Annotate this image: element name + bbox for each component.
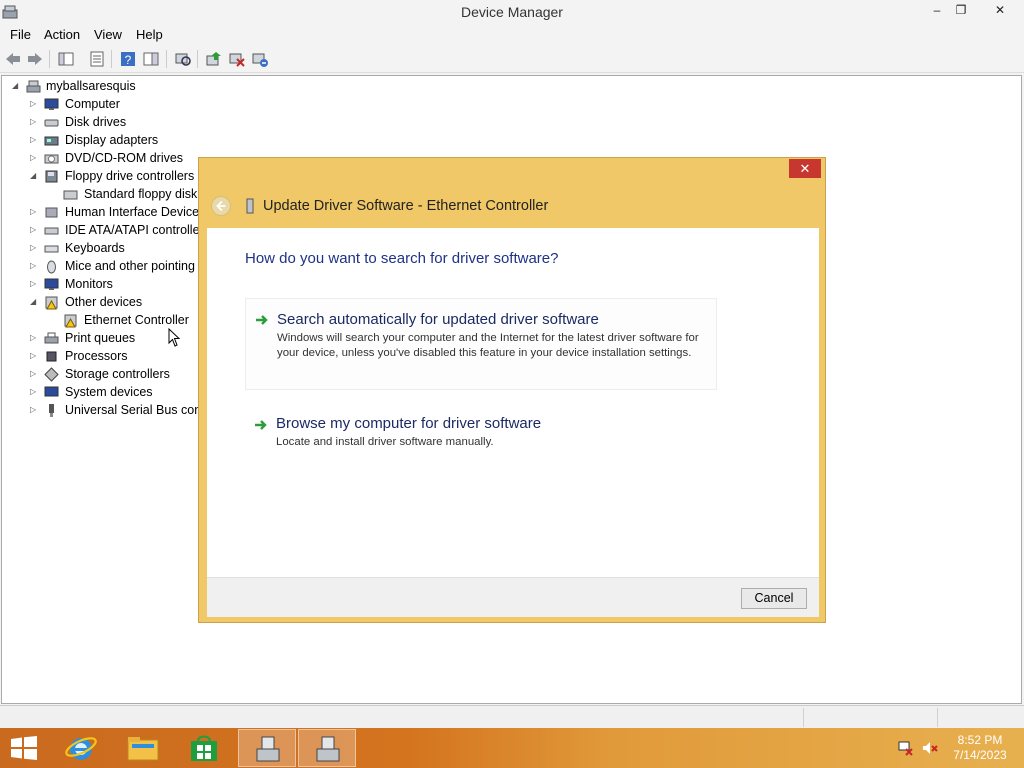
clock-time: 8:52 PM: [957, 733, 1003, 747]
mouse-icon: [47, 260, 56, 274]
tree-item-mice[interactable]: ▷ Mice and other pointing d: [30, 258, 200, 276]
tree-item-keyboards[interactable]: ▷ Keyboards: [30, 240, 210, 258]
unknown-device-icon: [45, 296, 58, 310]
tree-item-usb-controllers[interactable]: ▷ Universal Serial Bus contro: [30, 402, 200, 420]
dialog-body: How do you want to search for driver sof…: [207, 228, 819, 577]
taskbar-device-manager-2[interactable]: [298, 729, 356, 767]
tree-item-floppy-controllers[interactable]: ◢ Floppy drive controllers: [30, 168, 210, 186]
menu-help[interactable]: Help: [136, 27, 163, 42]
search-automatically-option[interactable]: Search automatically for updated driver …: [245, 298, 717, 390]
display-adapter-icon: [44, 136, 59, 146]
device-manager-taskbar-icon: [316, 736, 340, 762]
help-icon[interactable]: ?: [119, 50, 137, 68]
menu-file[interactable]: File: [10, 27, 31, 42]
option-description: Locate and install driver software manua…: [276, 436, 494, 448]
disk-drive-icon: [44, 119, 59, 127]
tree-item-hid[interactable]: ▷ Human Interface Devices: [30, 204, 210, 222]
network-warning-icon[interactable]: [898, 740, 914, 756]
dvd-drive-icon: [44, 154, 59, 164]
action-pane-icon[interactable]: [142, 50, 160, 68]
option-title: Browse my computer for driver software: [276, 415, 542, 432]
menu-view[interactable]: View: [94, 27, 122, 42]
restore-button[interactable]: ❐: [946, 0, 976, 20]
title-bar: Device Manager – ❐ ✕: [0, 0, 1024, 24]
mouse-cursor-icon: [168, 328, 181, 347]
monitor-icon: [44, 98, 59, 110]
device-icon: [246, 198, 254, 214]
ide-controller-icon: [44, 227, 59, 235]
floppy-disk-icon: [63, 190, 78, 200]
usb-icon: [49, 404, 54, 417]
file-explorer-icon[interactable]: [126, 734, 160, 762]
processor-icon: [46, 351, 57, 362]
menu-action[interactable]: Action: [44, 27, 80, 42]
update-driver-dialog: ✕ Update Driver Software - Ethernet Cont…: [198, 157, 826, 623]
internet-explorer-icon[interactable]: [64, 732, 98, 764]
taskbar: 8:52 PM 7/14/2023: [0, 728, 1024, 768]
monitors-icon: [44, 278, 59, 290]
option-title: Search automatically for updated driver …: [277, 311, 599, 328]
floppy-controller-icon: [45, 170, 58, 183]
warning-device-icon: [64, 314, 77, 328]
tree-item-ide-controllers[interactable]: ▷ IDE ATA/ATAPI controller: [30, 222, 200, 240]
dialog-title: Update Driver Software - Ethernet Contro…: [263, 198, 549, 214]
tree-item-system-devices[interactable]: ▷ System devices: [30, 384, 210, 402]
green-arrow-icon: [255, 420, 267, 430]
tree-item-other-devices[interactable]: ◢ Other devices: [30, 294, 210, 312]
properties-icon[interactable]: [88, 50, 106, 68]
green-arrow-icon: [256, 315, 268, 325]
disable-device-icon[interactable]: [228, 50, 246, 68]
storage-controller-icon: [44, 367, 59, 382]
printer-icon: [44, 332, 59, 344]
system-device-icon: [44, 386, 59, 397]
tree-item-computer[interactable]: ▷ Computer: [30, 96, 210, 114]
keyboard-icon: [44, 245, 59, 253]
update-driver-icon[interactable]: [205, 50, 223, 68]
tree-root[interactable]: ◢ myballsaresquis: [12, 78, 212, 96]
clock[interactable]: 8:52 PM 7/14/2023: [950, 733, 1010, 763]
start-windows-icon[interactable]: [10, 736, 38, 760]
taskbar-device-manager-1[interactable]: [238, 729, 296, 767]
back-arrow-icon[interactable]: [4, 50, 22, 68]
tree-item-processors[interactable]: ▷ Processors: [30, 348, 210, 366]
forward-arrow-icon[interactable]: [26, 50, 44, 68]
collapse-icon[interactable]: ◢: [12, 81, 20, 91]
tree-item-print-queues[interactable]: ▷ Print queues: [30, 330, 210, 348]
tree-item-disk-drives[interactable]: ▷ Disk drives: [30, 114, 210, 132]
tree-item-dvd-drives[interactable]: ▷ DVD/CD-ROM drives: [30, 150, 210, 168]
browse-computer-option[interactable]: Browse my computer for driver software L…: [245, 402, 717, 458]
tree-item-ethernet-controller[interactable]: Ethernet Controller: [49, 312, 209, 330]
volume-muted-icon[interactable]: [922, 740, 938, 756]
tree-item-standard-floppy[interactable]: Standard floppy disk c: [49, 186, 209, 204]
close-window-button[interactable]: ✕: [984, 0, 1016, 20]
show-hide-console-tree-icon[interactable]: [57, 50, 75, 68]
option-description: Windows will search your computer and th…: [277, 332, 699, 359]
svg-text:?: ?: [125, 53, 132, 67]
clock-date: 7/14/2023: [953, 748, 1007, 762]
tree-item-storage-controllers[interactable]: ▷ Storage controllers: [30, 366, 210, 384]
device-manager-taskbar-icon: [256, 736, 280, 762]
uninstall-device-icon[interactable]: [251, 50, 269, 68]
computer-icon: [26, 80, 41, 93]
tree-item-display-adapters[interactable]: ▷ Display adapters: [30, 132, 210, 150]
hid-icon: [45, 207, 58, 218]
tree-item-monitors[interactable]: ▷ Monitors: [30, 276, 210, 294]
dialog-footer: Cancel: [207, 577, 819, 617]
back-icon[interactable]: [211, 196, 231, 216]
dialog-question: How do you want to search for driver sof…: [245, 250, 559, 267]
status-bar: [0, 705, 1024, 728]
store-icon[interactable]: [189, 733, 219, 763]
cancel-button[interactable]: Cancel: [741, 588, 807, 609]
scan-hardware-icon[interactable]: [174, 50, 192, 68]
window-title: Device Manager: [461, 4, 563, 20]
dialog-close-button[interactable]: ✕: [789, 159, 821, 178]
menu-bar: File Action View Help: [0, 24, 1024, 44]
toolbar: ?: [0, 45, 1024, 73]
